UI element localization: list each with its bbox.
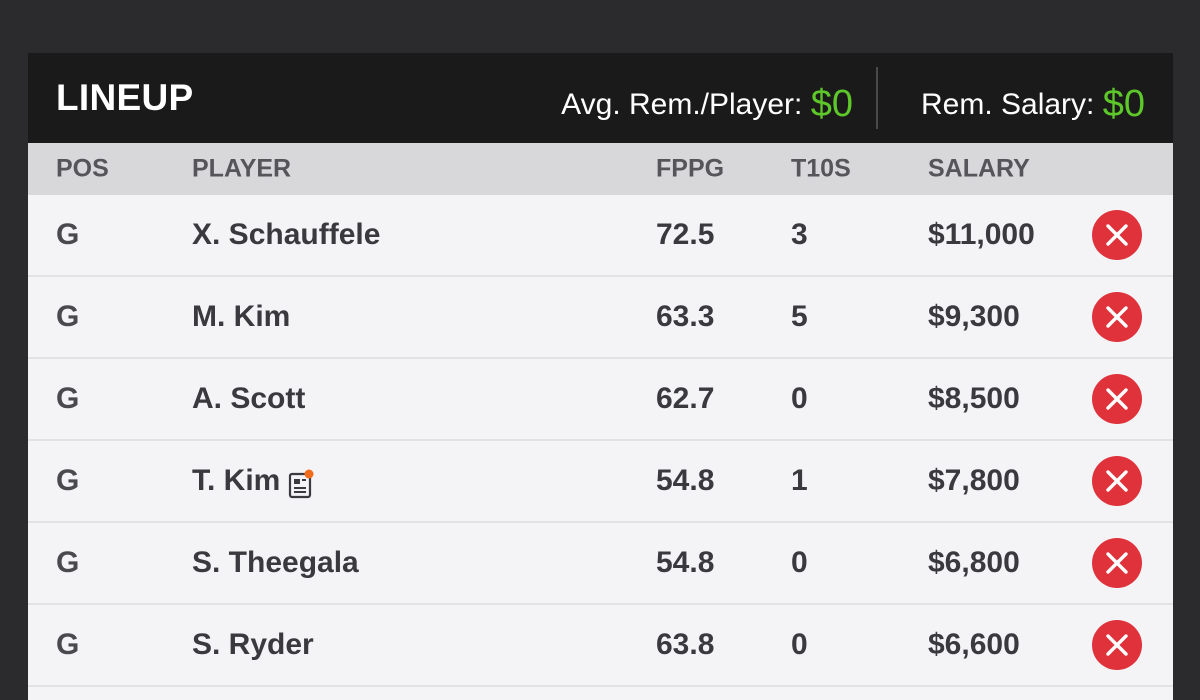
player-pos: G <box>56 382 80 415</box>
remove-player-button[interactable] <box>1092 620 1142 670</box>
remove-player-icon <box>1106 388 1128 410</box>
remaining-salary-label: Rem. Salary: <box>921 88 1103 121</box>
header-divider <box>876 67 878 129</box>
avg-remaining-per-player: Avg. Rem./Player: $0 <box>561 81 853 125</box>
player-t10s: 0 <box>791 628 808 661</box>
player-name-cell[interactable]: S. Ryder <box>192 628 314 662</box>
player-name[interactable]: S. Theegala <box>192 546 359 579</box>
player-fppg: 63.8 <box>656 628 715 661</box>
player-row[interactable]: G S. Theegala 54.8 0 $6,800 <box>28 523 1173 605</box>
column-header-player[interactable]: PLAYER <box>192 155 291 184</box>
lineup-header: LINEUP Avg. Rem./Player: $0 Rem. Salary:… <box>28 53 1173 143</box>
lineup-title: LINEUP <box>56 77 194 118</box>
player-row[interactable]: G A. Scott 62.7 0 $8,500 <box>28 359 1173 441</box>
player-fppg: 63.3 <box>656 300 715 333</box>
remove-player-button[interactable] <box>1092 210 1142 260</box>
player-row[interactable]: G S. Ryder 63.8 0 $6,600 <box>28 605 1173 687</box>
lineup-panel: LINEUP Avg. Rem./Player: $0 Rem. Salary:… <box>28 53 1173 700</box>
avg-remaining-label: Avg. Rem./Player: <box>561 88 811 121</box>
player-name-cell[interactable]: M. Kim <box>192 300 290 334</box>
remove-player-icon <box>1106 306 1128 328</box>
player-t10s: 0 <box>791 546 808 579</box>
player-pos: G <box>56 464 80 497</box>
remove-player-icon <box>1106 470 1128 492</box>
player-salary: $9,300 <box>928 300 1020 333</box>
column-header-fppg[interactable]: FPPG <box>656 155 724 184</box>
player-salary: $6,600 <box>928 628 1020 661</box>
avg-remaining-value: $0 <box>810 83 853 125</box>
remove-player-icon <box>1106 224 1128 246</box>
remove-player-button[interactable] <box>1092 374 1142 424</box>
player-pos: G <box>56 300 80 333</box>
player-pos: G <box>56 546 80 579</box>
player-row[interactable]: G X. Schauffele 72.5 3 $11,000 <box>28 195 1173 277</box>
player-name[interactable]: M. Kim <box>192 300 290 333</box>
player-name[interactable]: T. Kim <box>192 464 280 497</box>
player-salary: $6,800 <box>928 546 1020 579</box>
player-name-cell[interactable]: A. Scott <box>192 382 305 416</box>
player-row[interactable]: G M. Kim 63.3 5 $9,300 <box>28 277 1173 359</box>
player-name-cell[interactable]: X. Schauffele <box>192 218 380 252</box>
player-salary: $7,800 <box>928 464 1020 497</box>
remove-player-button[interactable] <box>1092 292 1142 342</box>
player-salary: $11,000 <box>928 218 1035 251</box>
remaining-salary: Rem. Salary: $0 <box>921 81 1145 125</box>
player-t10s: 5 <box>791 300 808 333</box>
player-news-icon[interactable] <box>288 469 314 499</box>
column-header-salary[interactable]: SALARY <box>928 155 1030 184</box>
column-headers: POS PLAYER FPPG T10S SALARY <box>28 143 1173 195</box>
player-fppg: 54.8 <box>656 464 715 497</box>
player-salary: $8,500 <box>928 382 1020 415</box>
column-header-t10s[interactable]: T10S <box>791 155 851 184</box>
player-fppg: 72.5 <box>656 218 715 251</box>
player-pos: G <box>56 628 80 661</box>
column-header-pos[interactable]: POS <box>56 155 109 184</box>
remove-player-button[interactable] <box>1092 456 1142 506</box>
player-t10s: 3 <box>791 218 808 251</box>
player-t10s: 1 <box>791 464 808 497</box>
remaining-salary-value: $0 <box>1102 83 1145 125</box>
remove-player-icon <box>1106 552 1128 574</box>
player-fppg: 54.8 <box>656 546 715 579</box>
player-name-cell[interactable]: T. Kim <box>192 464 314 499</box>
player-pos: G <box>56 218 80 251</box>
player-name[interactable]: X. Schauffele <box>192 218 380 251</box>
remove-player-button[interactable] <box>1092 538 1142 588</box>
remove-player-icon <box>1106 634 1128 656</box>
player-name[interactable]: S. Ryder <box>192 628 314 661</box>
player-t10s: 0 <box>791 382 808 415</box>
player-list: G X. Schauffele 72.5 3 $11,000 G M. Kim 63.3 5 $9… <box>28 195 1173 687</box>
player-row[interactable]: G T. Kim 54.8 1 $7,800 <box>28 441 1173 523</box>
player-name-cell[interactable]: S. Theegala <box>192 546 359 580</box>
player-fppg: 62.7 <box>656 382 715 415</box>
player-name[interactable]: A. Scott <box>192 382 305 415</box>
